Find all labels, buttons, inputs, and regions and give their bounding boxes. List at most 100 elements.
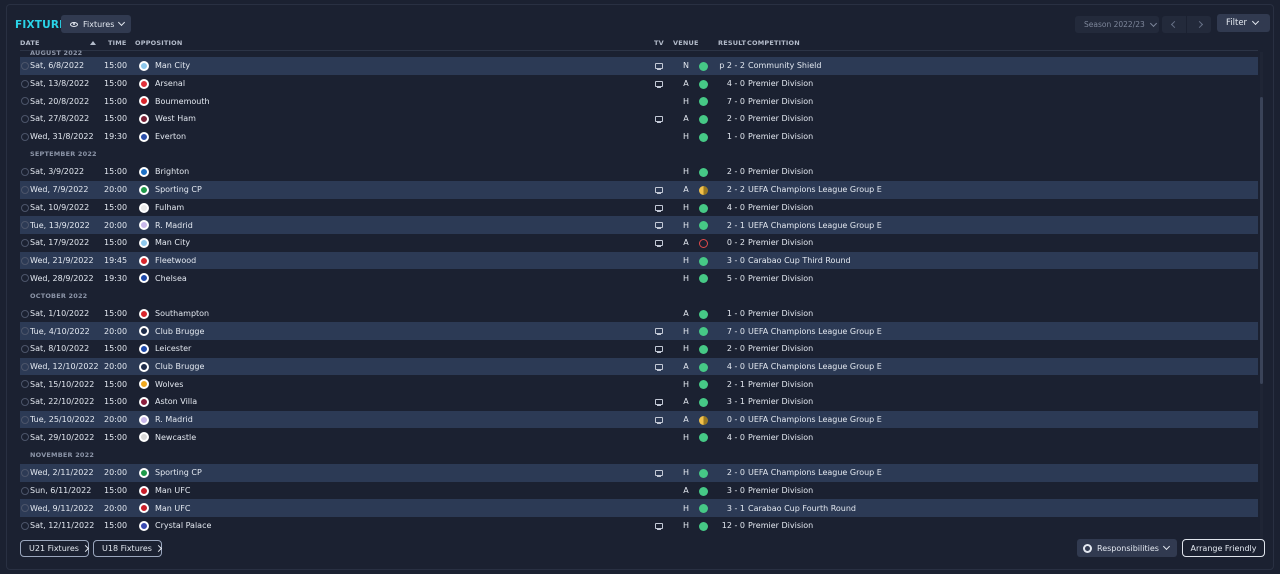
fixture-row[interactable]: Wed, 9/11/2022 20:00 Man UFC H 3 - 1 Carabao … <box>20 499 1258 517</box>
column-header-opposition[interactable]: OPPOSITION <box>135 39 183 47</box>
competition-link[interactable]: UEFA Champions League Group E <box>748 181 882 199</box>
u21-fixtures-button[interactable]: U21 Fixtures <box>20 540 90 557</box>
fixture-score[interactable]: 4 - 0 <box>715 199 745 217</box>
select-circle[interactable] <box>21 327 29 336</box>
fixture-score[interactable]: 1 - 0 <box>715 305 745 323</box>
select-circle[interactable] <box>21 185 29 194</box>
view-dropdown[interactable]: Fixtures <box>61 15 131 33</box>
opposition-link[interactable]: Fleetwood <box>155 252 196 270</box>
select-circle[interactable] <box>21 486 29 495</box>
opposition-link[interactable]: Crystal Palace <box>155 517 211 535</box>
fixture-score[interactable]: 7 - 0 <box>715 322 745 340</box>
fixture-score[interactable]: 4 - 0 <box>715 428 745 446</box>
fixture-row[interactable]: Sat, 12/11/2022 15:00 Crystal Palace H 12 - … <box>20 517 1258 535</box>
u18-fixtures-button[interactable]: U18 Fixtures <box>93 540 163 557</box>
arrange-friendly-button[interactable]: Arrange Friendly <box>1182 539 1265 557</box>
opposition-link[interactable]: West Ham <box>155 110 196 128</box>
column-header-competition[interactable]: COMPETITION <box>747 39 800 47</box>
select-circle[interactable] <box>21 132 29 141</box>
opposition-link[interactable]: Sporting CP <box>155 181 202 199</box>
fixture-score[interactable]: 2 - 2 <box>715 181 745 199</box>
opposition-link[interactable]: Leicester <box>155 340 191 358</box>
competition-link[interactable]: Premier Division <box>748 482 813 500</box>
select-circle[interactable] <box>21 433 29 442</box>
opposition-link[interactable]: Club Brugge <box>155 358 204 376</box>
fixture-score[interactable]: 2 - 1 <box>715 216 745 234</box>
select-circle[interactable] <box>21 309 29 318</box>
fixture-row[interactable]: Wed, 12/10/2022 20:00 Club Brugge A 4 - 0 UEF… <box>20 357 1258 376</box>
column-header-venue[interactable]: VENUE <box>673 39 699 47</box>
fixture-row[interactable]: Sat, 3/9/2022 15:00 Brighton H 2 - 0 Premier … <box>20 163 1258 181</box>
select-circle[interactable] <box>21 238 29 247</box>
select-circle[interactable] <box>21 468 29 477</box>
select-circle[interactable] <box>21 221 29 230</box>
fixture-score[interactable]: 2 - 0 <box>715 464 745 482</box>
fixture-row[interactable]: Sat, 13/8/2022 15:00 Arsenal A 4 - 0 Premier … <box>20 75 1258 93</box>
fixture-score[interactable]: 12 - 0 <box>715 517 745 535</box>
opposition-link[interactable]: Man UFC <box>155 499 190 517</box>
competition-link[interactable]: UEFA Champions League Group E <box>748 358 882 376</box>
competition-link[interactable]: Carabao Cup Fourth Round <box>748 499 856 517</box>
fixture-row[interactable]: Sat, 10/9/2022 15:00 Fulham H 4 - 0 Premier D… <box>20 199 1258 217</box>
select-circle[interactable] <box>21 521 29 530</box>
fixture-row[interactable]: Wed, 28/9/2022 19:30 Chelsea H 5 - 0 Premier … <box>20 269 1258 287</box>
fixture-row[interactable]: Wed, 31/8/2022 19:30 Everton H 1 - 0 Premier … <box>20 128 1258 146</box>
fixture-score[interactable]: 7 - 0 <box>715 92 745 110</box>
select-circle[interactable] <box>21 274 29 283</box>
opposition-link[interactable]: R. Madrid <box>155 216 193 234</box>
competition-link[interactable]: Premier Division <box>748 393 813 411</box>
competition-link[interactable]: Premier Division <box>748 92 813 110</box>
select-circle[interactable] <box>21 504 29 513</box>
opposition-link[interactable]: Wolves <box>155 375 183 393</box>
opposition-link[interactable]: Bournemouth <box>155 92 210 110</box>
competition-link[interactable]: Premier Division <box>748 305 813 323</box>
fixture-score[interactable]: 0 - 2 <box>715 234 745 252</box>
opposition-link[interactable]: Fulham <box>155 199 184 217</box>
competition-link[interactable]: UEFA Champions League Group E <box>748 216 882 234</box>
competition-link[interactable]: Premier Division <box>748 340 813 358</box>
opposition-link[interactable]: Arsenal <box>155 75 185 93</box>
competition-link[interactable]: Premier Division <box>748 269 813 287</box>
select-circle[interactable] <box>21 97 29 106</box>
fixture-score[interactable]: 3 - 0 <box>715 252 745 270</box>
fixture-row[interactable]: Sat, 27/8/2022 15:00 West Ham A 2 - 0 Premier… <box>20 110 1258 128</box>
opposition-link[interactable]: Man UFC <box>155 482 190 500</box>
fixture-row[interactable]: Wed, 21/9/2022 19:45 Fleetwood H 3 - 0 Caraba… <box>20 251 1258 270</box>
select-circle[interactable] <box>21 168 29 177</box>
select-circle[interactable] <box>21 115 29 124</box>
season-dropdown[interactable]: Season 2022/23 <box>1075 16 1159 33</box>
column-header-time[interactable]: TIME <box>108 39 127 47</box>
fixture-row[interactable]: Sat, 17/9/2022 15:00 Man City A 0 - 2 Premier… <box>20 234 1258 252</box>
fixture-row[interactable]: Sat, 29/10/2022 15:00 Newcastle H 4 - 0 Premi… <box>20 428 1258 446</box>
select-circle[interactable] <box>21 79 29 88</box>
select-circle[interactable] <box>21 345 29 353</box>
fixture-row[interactable]: Sat, 1/10/2022 15:00 Southampton A 1 - 0 Prem… <box>20 305 1258 323</box>
opposition-link[interactable]: Newcastle <box>155 428 196 446</box>
fixture-row[interactable]: Sat, 15/10/2022 15:00 Wolves H 2 - 1 Premier … <box>20 375 1258 393</box>
competition-link[interactable]: UEFA Champions League Group E <box>748 464 882 482</box>
fixture-row[interactable]: Sat, 8/10/2022 15:00 Leicester H 2 - 0 Premie… <box>20 340 1258 358</box>
opposition-link[interactable]: Sporting CP <box>155 464 202 482</box>
opposition-link[interactable]: Man City <box>155 234 190 252</box>
competition-link[interactable]: UEFA Champions League Group E <box>748 411 882 429</box>
fixture-score[interactable]: p 2 - 2 <box>715 57 745 75</box>
fixture-score[interactable]: 5 - 0 <box>715 269 745 287</box>
column-header-tv[interactable]: TV <box>654 39 664 47</box>
competition-link[interactable]: Premier Division <box>748 128 813 146</box>
fixture-score[interactable]: 2 - 1 <box>715 375 745 393</box>
competition-link[interactable]: Premier Division <box>748 75 813 93</box>
opposition-link[interactable]: Chelsea <box>155 269 187 287</box>
fixture-row[interactable]: Wed, 2/11/2022 20:00 Sporting CP H 2 - 0 UEFA… <box>20 463 1258 482</box>
competition-link[interactable]: Premier Division <box>748 199 813 217</box>
fixture-score[interactable]: 3 - 1 <box>715 393 745 411</box>
competition-link[interactable]: Premier Division <box>748 375 813 393</box>
fixture-score[interactable]: 2 - 0 <box>715 340 745 358</box>
select-circle[interactable] <box>21 415 29 424</box>
column-header-date[interactable]: DATE <box>20 39 40 47</box>
fixture-score[interactable]: 4 - 0 <box>715 75 745 93</box>
fixture-row[interactable]: Tue, 13/9/2022 20:00 R. Madrid H 2 - 1 UEFA C… <box>20 216 1258 234</box>
fixture-row[interactable]: Wed, 7/9/2022 20:00 Sporting CP A 2 - 2 UEFA … <box>20 180 1258 199</box>
fixture-score[interactable]: 1 - 0 <box>715 128 745 146</box>
select-circle[interactable] <box>21 362 29 371</box>
opposition-link[interactable]: Aston Villa <box>155 393 197 411</box>
